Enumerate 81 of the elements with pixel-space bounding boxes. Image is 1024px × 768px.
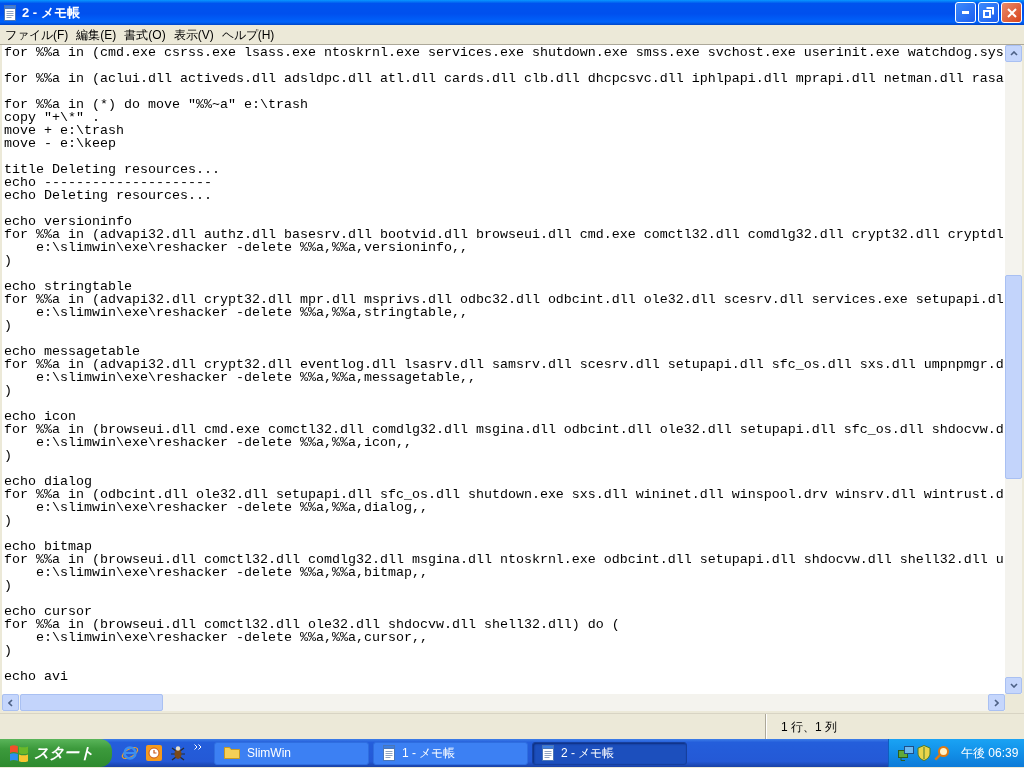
chevron-up-icon: [1009, 51, 1018, 56]
text-line: e:\slimwin\exe\reshacker -delete %%a,%%a,dialog,,: [35, 501, 428, 514]
text-line: echo bitmap: [4, 540, 92, 553]
text-line: ): [4, 449, 12, 462]
text-line: e:\slimwin\exe\reshacker -delete %%a,%%a,bitmap,,: [35, 566, 428, 579]
text-line: for %%a in (advapi32.dll authz.dll basesrv.dll bootvid.dll browseui.dll cmd.exe comctl32.dll comdlg32.dll crypt32.dll cryptdl: [4, 228, 1004, 241]
menu-item[interactable]: 表示(V): [169, 25, 218, 44]
text-line: ): [4, 384, 12, 397]
text-line: ): [4, 514, 12, 527]
window-title: 2 - メモ帳: [22, 3, 80, 22]
network-icon[interactable]: [898, 745, 914, 761]
menu-item[interactable]: ヘルプ(H): [217, 25, 279, 44]
text-line: echo cursor: [4, 605, 92, 618]
minimize-icon: [962, 11, 969, 14]
text-line: e:\slimwin\exe\reshacker -delete %%a,%%a,stringtable,,: [35, 306, 468, 319]
flag-icon: [10, 744, 28, 762]
shield-icon[interactable]: [917, 745, 931, 761]
text-line: e:\slimwin\exe\reshacker -delete %%a,%%a,cursor,,: [35, 631, 428, 644]
scroll-left-button[interactable]: [2, 694, 19, 711]
scroll-up-button[interactable]: [1005, 45, 1022, 62]
text-line: echo messagetable: [4, 345, 140, 358]
text-area[interactable]: [2, 45, 1005, 694]
restore-button[interactable]: [978, 2, 999, 23]
bug-icon[interactable]: [169, 745, 187, 761]
scroll-down-button[interactable]: [1005, 677, 1022, 694]
browser-icon[interactable]: [121, 744, 139, 762]
close-button[interactable]: [1001, 2, 1022, 23]
text-line: echo versioninfo: [4, 215, 132, 228]
clock: 午後 06:39: [961, 745, 1019, 762]
text-line: echo icon: [4, 410, 76, 423]
text-line: ): [4, 579, 12, 592]
chevron-icon[interactable]: [194, 744, 202, 750]
minimize-button[interactable]: [955, 2, 976, 23]
text-line: for %%a in (browseui.dll comctl32.dll comdlg32.dll msgina.dll ntoskrnl.exe odbcint.dll setupapi.dll shdocvw.dll shell32.dll u: [4, 553, 1004, 566]
restore-icon: [983, 7, 994, 18]
text-line: e:\slimwin\exe\reshacker -delete %%a,%%a,icon,,: [35, 436, 412, 449]
text-line: for %%a in (advapi32.dll crypt32.dll mpr.dll msprivs.dll odbc32.dll odbcint.dll ole32.dll scesrv.dll services.exe setupapi.dl: [4, 293, 1004, 306]
cursor-position: 1 行、1 列: [781, 718, 837, 736]
text-line: e:\slimwin\exe\reshacker -delete %%a,%%a,versioninfo,,: [35, 241, 468, 254]
search-icon[interactable]: [934, 745, 950, 761]
notepad-icon: [383, 745, 395, 761]
text-line: e:\slimwin\exe\reshacker -delete %%a,%%a,messagetable,,: [35, 371, 476, 384]
chevron-right-icon: [994, 698, 999, 707]
taskbar-button[interactable]: SlimWin: [214, 741, 369, 765]
close-icon: [1006, 7, 1017, 18]
scroll-right-button[interactable]: [988, 694, 1005, 711]
text-line: copy "+\*" .: [4, 111, 100, 124]
text-line: for %%a in (browseui.dll cmd.exe comctl32.dll comdlg32.dll msgina.dll odbcint.dll ole32.dll setupapi.dll sfc_os.dll shdocvw.d: [4, 423, 1004, 436]
text-line: for %%a in (*) do move "%%~a" e:\trash: [4, 98, 308, 111]
menu-item[interactable]: 編集(E): [72, 25, 121, 44]
text-line: echo avi: [4, 670, 68, 683]
text-line: for %%a in (browseui.dll comctl32.dll ole32.dll shdocvw.dll shell32.dll) do (: [4, 618, 620, 631]
start-button[interactable]: スタート: [0, 739, 112, 767]
chevron-down-icon: [1009, 683, 1018, 688]
menu-item[interactable]: 書式(O): [120, 25, 170, 44]
clock-icon[interactable]: [146, 745, 162, 761]
text-line: echo Deleting resources...: [4, 189, 212, 202]
text-line: move + e:\trash: [4, 124, 124, 137]
text-line: ): [4, 319, 12, 332]
horizontal-scrollbar[interactable]: [2, 694, 1005, 711]
vertical-scrollbar[interactable]: [1005, 45, 1022, 694]
taskbar-button[interactable]: 2 - メモ帳: [532, 741, 687, 765]
text-line: title Deleting resources...: [4, 163, 220, 176]
folder-icon: [224, 747, 240, 759]
text-line: echo dialog: [4, 475, 92, 488]
text-line: ): [4, 254, 12, 267]
scroll-thumb[interactable]: [1005, 275, 1022, 479]
text-line: for %%a in (aclui.dll activeds.dll adsldpc.dll atl.dll cards.dll clb.dll dhcpcsvc.dll iphlpapi.dll mprapi.dll netman.dll rasa: [4, 72, 1004, 85]
text-line: for %%a in (odbcint.dll ole32.dll setupapi.dll sfc_os.dll shutdown.exe sxs.dll wininet.dll winspool.drv winsrv.dll wintrust.d: [4, 488, 1004, 501]
text-line: ): [4, 644, 12, 657]
taskbar-button[interactable]: 1 - メモ帳: [373, 741, 528, 765]
menu-item[interactable]: ファイル(F): [1, 25, 73, 44]
text-line: move - e:\keep: [4, 137, 116, 150]
text-line: for %%a in (cmd.exe csrss.exe lsass.exe ntoskrnl.exe services.exe shutdown.exe smss.exe svchost.exe userinit.exe watchdog.sys: [4, 46, 1004, 59]
chevron-left-icon: [8, 698, 13, 707]
scroll-thumb[interactable]: [20, 694, 163, 711]
text-line: for %%a in (advapi32.dll crypt32.dll eventlog.dll lsasrv.dll samsrv.dll scesrv.dll setupapi.dll sfc_os.dll sxs.dll umpnpmgr.d: [4, 358, 1004, 371]
text-line: echo ---------------------: [4, 176, 212, 189]
notepad-icon: [542, 745, 554, 761]
text-line: echo stringtable: [4, 280, 132, 293]
notepad-icon: [4, 4, 16, 21]
